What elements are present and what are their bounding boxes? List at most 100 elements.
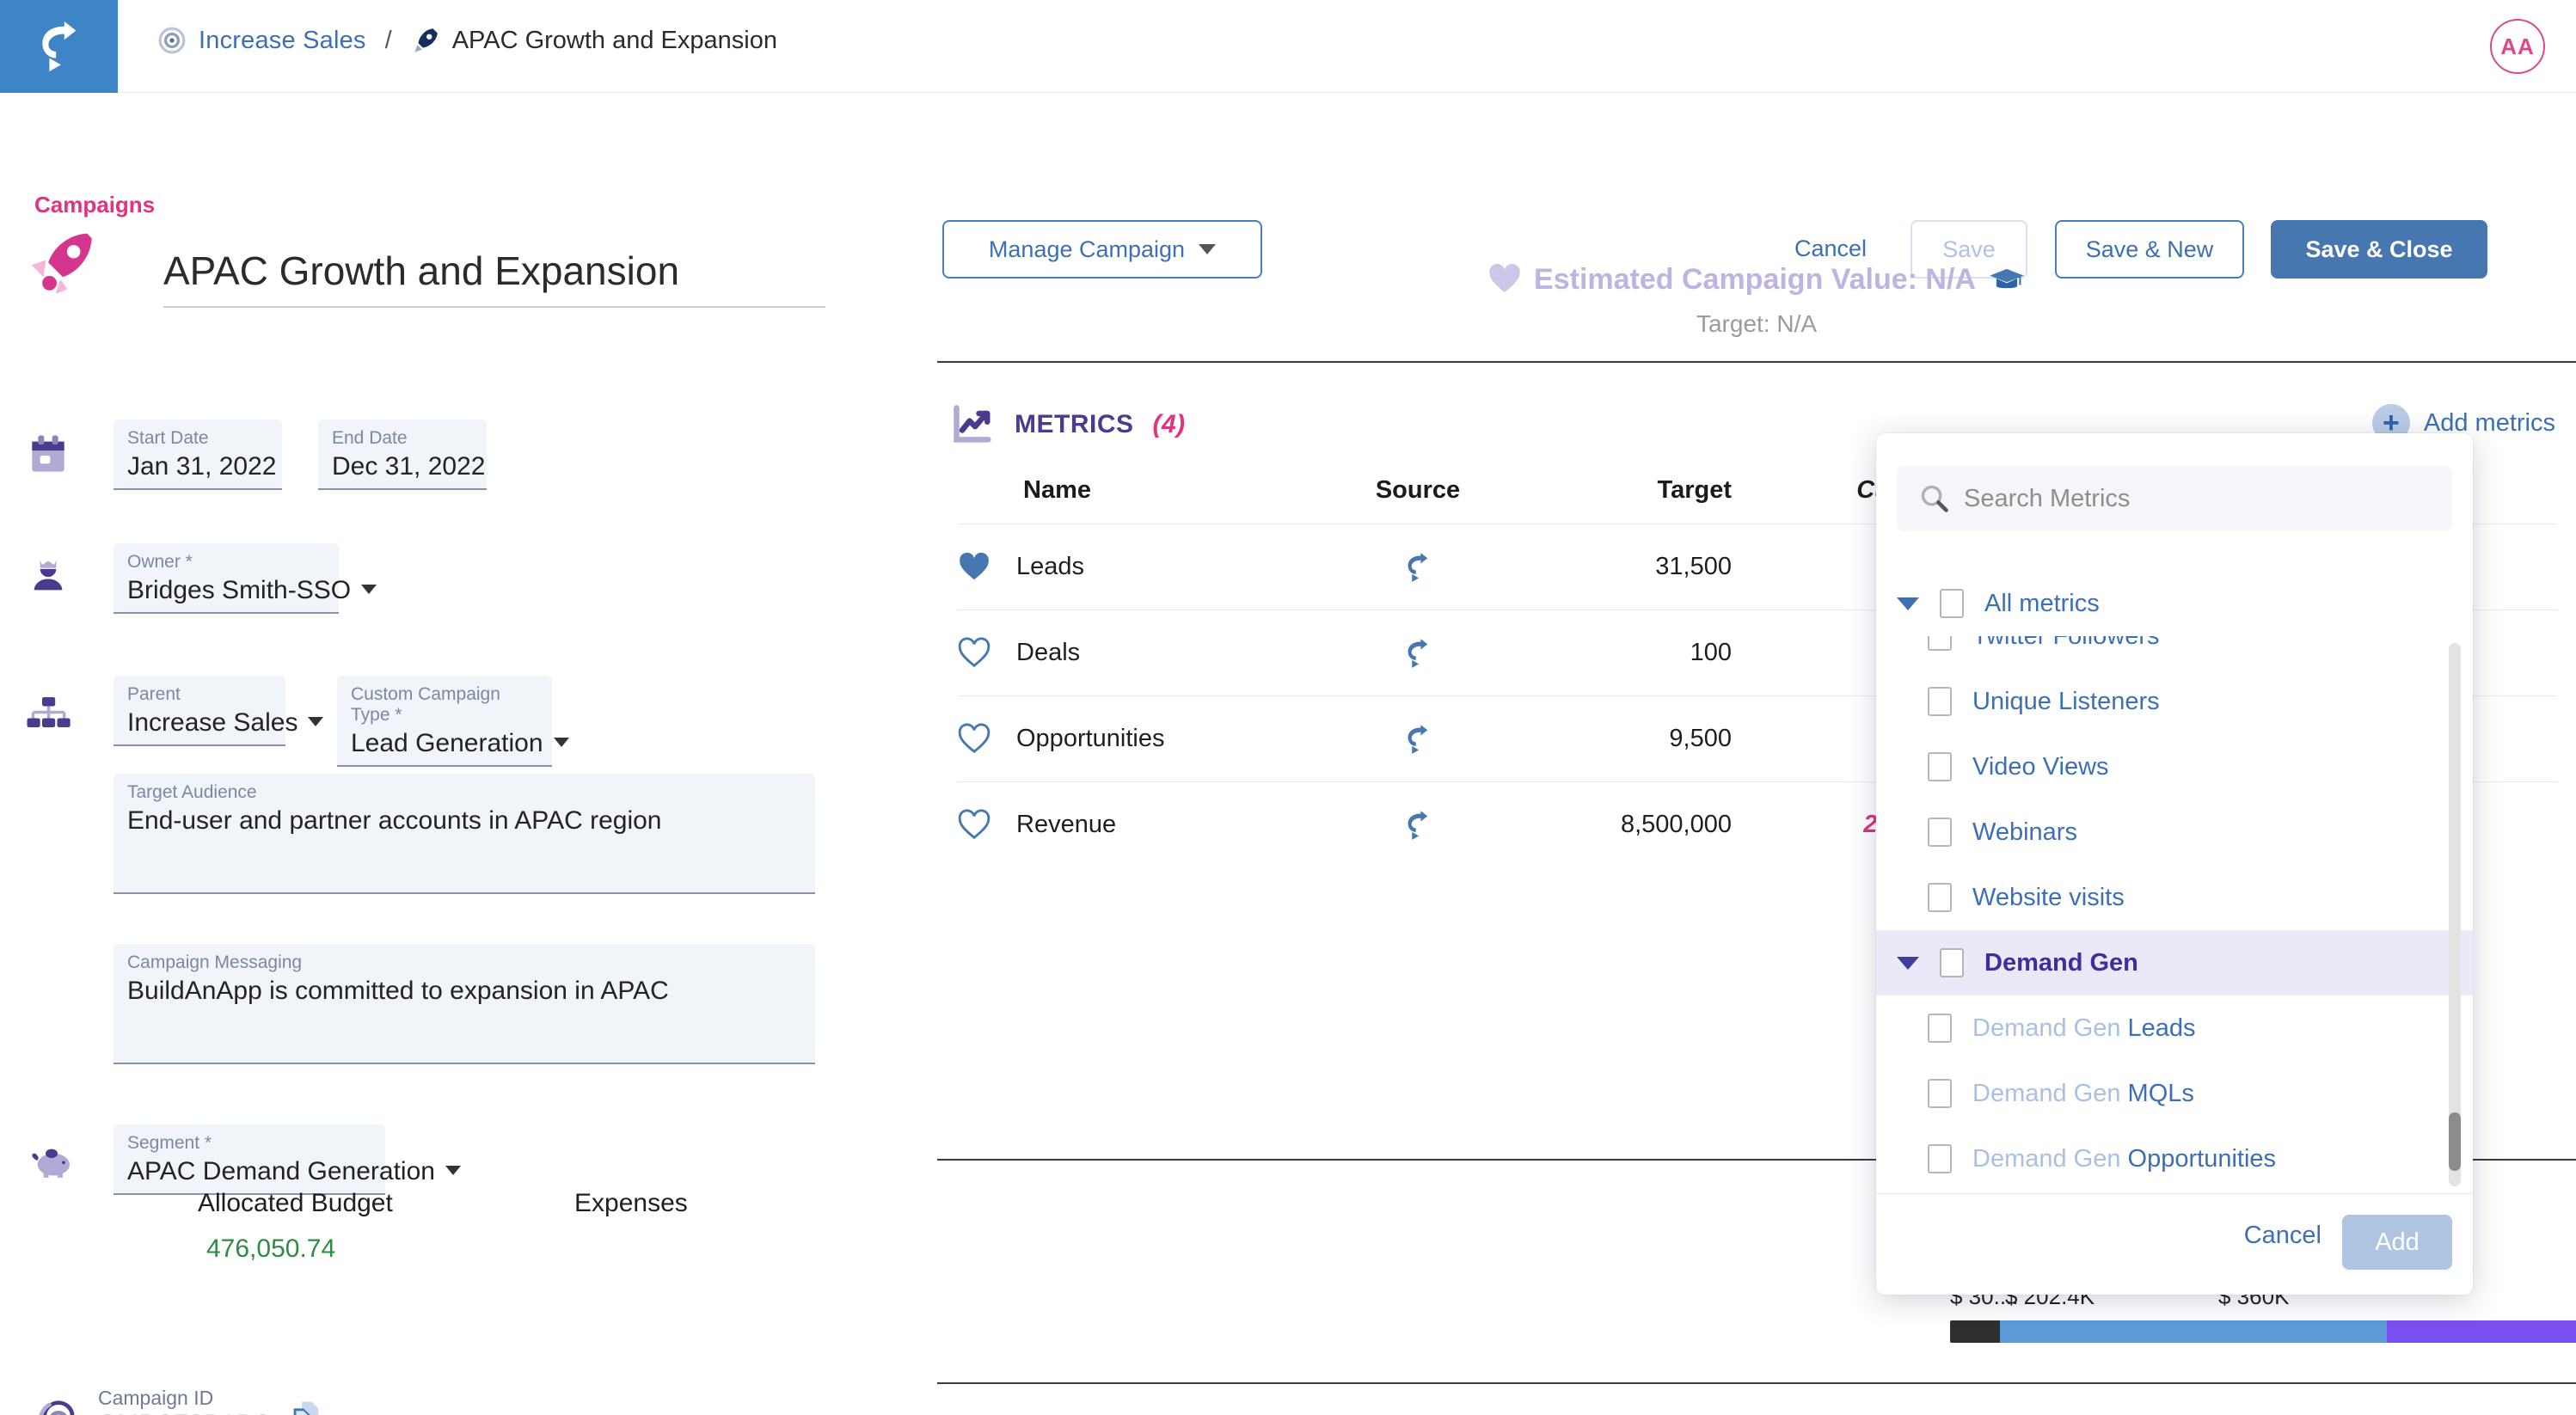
divider-top (937, 361, 2576, 363)
all-metrics-checkbox[interactable] (1940, 589, 1964, 618)
metrics-section-count: (4) (1152, 410, 1186, 438)
heart-filled-icon[interactable] (958, 551, 991, 584)
search-metrics-wrap (1897, 466, 2452, 531)
metric-name: Revenue (1016, 811, 1117, 838)
metric-name: Deals (1016, 639, 1081, 666)
app-logo[interactable] (0, 0, 118, 93)
chevron-down-icon[interactable] (1897, 956, 1919, 970)
budget-bar-segment-purple (2387, 1320, 2576, 1343)
action-bar: Manage Campaign Cancel Save Save & New S… (0, 93, 2576, 279)
campaign-details-panel: Campaigns APAC Growth and Expansion Star… (0, 179, 911, 1415)
owner-field[interactable]: Owner * Bridges Smith-SSO (113, 543, 377, 614)
metric-target: 100 (1690, 639, 1732, 666)
metric-group-demand-gen[interactable]: Demand Gen (1876, 930, 2473, 995)
chevron-down-icon[interactable] (1897, 597, 1919, 610)
estimated-campaign-value-block: Estimated Campaign Value: N/A Target: N/… (937, 260, 2576, 338)
list-item[interactable]: Video Views (1876, 734, 2473, 799)
parent-value: Increase Sales (127, 708, 298, 737)
metrics-section-title: METRICS (1015, 410, 1134, 438)
top-bar: Increase Sales / APAC Growth and Expansi… (0, 0, 2576, 93)
heart-outline-icon[interactable] (958, 636, 991, 670)
campaign-type-value: Lead Generation (351, 729, 543, 757)
metric-name: Leads (1016, 553, 1085, 580)
heart-outline-icon[interactable] (958, 722, 991, 756)
campaign-id-value: CMD8F8B1D2 (98, 1410, 270, 1415)
dropdown-scrollbar-thumb[interactable] (2449, 1112, 2461, 1171)
metric-checkbox[interactable] (1928, 883, 1952, 912)
group-label: Demand Gen (1984, 948, 2138, 977)
list-item[interactable]: Unique Listeners (1876, 669, 2473, 734)
end-date-value: Dec 31, 2022 (332, 452, 486, 481)
metric-name: Leads (2127, 1014, 2196, 1042)
copy-icon[interactable] (285, 1395, 325, 1415)
start-date-label: Start Date (127, 428, 209, 448)
metric-checkbox[interactable] (1928, 818, 1952, 847)
chevron-down-icon[interactable] (308, 717, 324, 726)
list-item[interactable]: Demand Gen MQLs (1876, 1061, 2473, 1126)
chevron-down-icon[interactable] (445, 1166, 461, 1175)
chevron-down-icon[interactable] (553, 738, 569, 747)
allocated-budget-value: 476,050.74 (206, 1234, 336, 1263)
logo-icon (41, 21, 76, 72)
metric-checkbox[interactable] (1928, 1144, 1952, 1173)
app-root: Increase Sales / APAC Growth and Expansi… (0, 0, 2576, 1415)
parent-value-wrap: Increase Sales (127, 708, 324, 738)
start-date-field[interactable]: Start Date Jan 31, 2022 (113, 420, 282, 490)
metric-label: Twitter Followers (1972, 636, 2160, 651)
metric-checkbox[interactable] (1928, 1079, 1952, 1108)
expenses-header: Expenses (574, 1189, 688, 1217)
target-audience-label: Target Audience (127, 782, 257, 802)
metric-target: 9,500 (1669, 725, 1732, 752)
end-date-label: End Date (332, 428, 408, 448)
campaign-type-field[interactable]: Custom Campaign Type * Lead Generation (337, 676, 569, 767)
segment-field[interactable]: Segment * APAC Demand Generation (113, 1124, 461, 1195)
page-title[interactable]: APAC Growth and Expansion (163, 248, 860, 306)
hierarchy-icon (27, 697, 71, 727)
dropdown-add-button[interactable]: Add (2342, 1215, 2452, 1270)
heart-outline-icon[interactable] (958, 808, 991, 842)
metric-label: Video Views (1972, 752, 2109, 781)
budget-stacked-bar (1950, 1320, 2576, 1343)
rocket-large-icon (31, 233, 92, 294)
campaign-id-label: Campaign ID (98, 1387, 214, 1409)
dropdown-cancel-button[interactable]: Cancel (2244, 1222, 2321, 1250)
avatar-initials: AA (2500, 33, 2535, 59)
metric-checkbox[interactable] (1928, 687, 1952, 716)
campaign-messaging-field[interactable]: Campaign Messaging BuildAnApp is committ… (113, 944, 815, 1064)
avatar[interactable]: AA (2490, 19, 2545, 74)
metric-checkbox[interactable] (1928, 752, 1952, 781)
all-metrics-row[interactable]: All metrics (1876, 571, 2473, 636)
list-item[interactable]: Demand Gen Opportunities (1876, 1126, 2473, 1191)
metric-label: Website visits (1972, 883, 2125, 911)
metrics-list[interactable]: Twitter Followers Unique Listeners Video… (1876, 636, 2473, 1193)
breadcrumb-parent-link[interactable]: Increase Sales (199, 27, 366, 55)
target-audience-field[interactable]: Target Audience End-user and partner acc… (113, 774, 815, 894)
campaign-messaging-label: Campaign Messaging (127, 953, 303, 972)
campaign-messaging-value: BuildAnApp is committed to expansion in … (127, 977, 669, 1005)
fingerprint-icon (39, 1400, 75, 1415)
source-icon (1408, 810, 1428, 840)
chevron-down-icon[interactable] (361, 585, 377, 594)
end-date-field[interactable]: End Date Dec 31, 2022 (318, 420, 487, 490)
list-item[interactable]: Website visits (1876, 865, 2473, 930)
owner-value-wrap: Bridges Smith-SSO (127, 576, 377, 605)
metric-label: Demand Gen Leads (1972, 1014, 2196, 1043)
list-item[interactable]: Webinars (1876, 799, 2473, 865)
list-item[interactable]: Demand Gen Leads (1876, 995, 2473, 1061)
parent-field[interactable]: Parent Increase Sales (113, 676, 324, 746)
breadcrumb: Increase Sales / APAC Growth and Expansi… (157, 26, 777, 55)
metric-checkbox[interactable] (1928, 636, 1952, 651)
campaign-type-label: Custom Campaign Type * (351, 684, 500, 725)
group-checkbox[interactable] (1940, 948, 1964, 977)
metric-checkbox[interactable] (1928, 1014, 1952, 1043)
metric-target: 31,500 (1655, 553, 1732, 580)
dropdown-scrollbar-track[interactable] (2449, 643, 2461, 1186)
metric-name-cell: Revenue (958, 808, 1319, 842)
metric-target: 8,500,000 (1620, 811, 1732, 838)
search-input[interactable] (1897, 466, 2452, 531)
person-crown-icon (34, 560, 63, 591)
source-icon (1408, 552, 1428, 582)
list-item[interactable]: Twitter Followers (1876, 636, 2473, 669)
heart-icon (1489, 263, 1520, 292)
start-date-value: Jan 31, 2022 (127, 452, 277, 481)
